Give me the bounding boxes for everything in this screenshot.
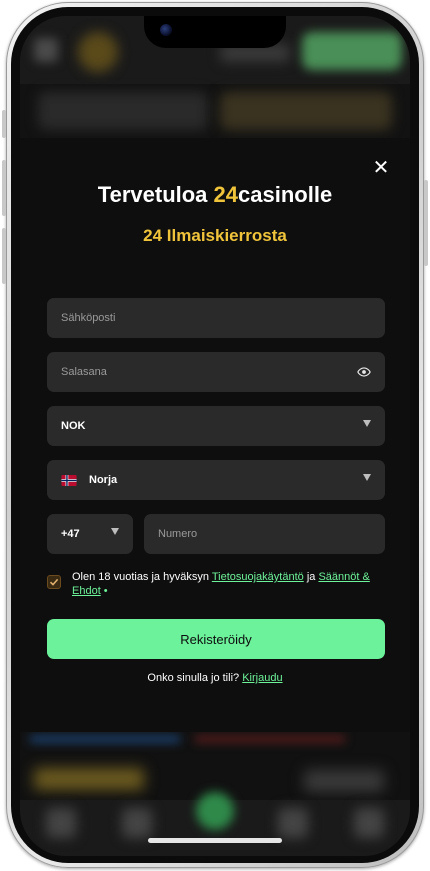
phone-code-select[interactable]: +47 — [47, 514, 133, 554]
caret-down-icon — [111, 528, 119, 535]
email-input[interactable] — [61, 312, 371, 324]
background-nav-icon — [46, 808, 76, 838]
background-menu-icon — [34, 38, 58, 62]
country-select[interactable]: Norja — [47, 460, 385, 500]
phone-mute-switch — [2, 110, 6, 138]
phone-number-field-container — [144, 514, 385, 554]
terms-text: Olen 18 vuotias ja hyväksyn Tietosuojakä… — [72, 570, 385, 598]
terms-and: ja — [303, 571, 319, 583]
background-accent-bar — [30, 736, 180, 742]
modal-subtitle: 24 Ilmaiskierrosta — [143, 226, 287, 245]
login-link[interactable]: Kirjaudu — [242, 672, 282, 684]
background-section-link — [304, 770, 384, 792]
terms-row: Olen 18 vuotias ja hyväksyn Tietosuojakä… — [47, 570, 385, 598]
terms-checkbox[interactable] — [47, 575, 61, 589]
email-field-container — [47, 298, 385, 338]
registration-modal: ✕ Tervetuloa 24casinolle 24 Ilmaiskierro… — [20, 138, 410, 732]
modal-title: Tervetuloa 24casinolle — [20, 182, 410, 208]
country-value: Norja — [89, 474, 118, 486]
caret-down-icon — [363, 420, 371, 427]
phone-volume-down-button — [2, 228, 6, 284]
background-tab-1 — [38, 92, 208, 130]
password-input[interactable] — [61, 366, 371, 378]
background-accent-bar — [195, 736, 345, 742]
background-nav-center-icon — [196, 792, 234, 830]
login-prompt: Onko sinulla jo tili? — [147, 672, 243, 684]
register-button[interactable]: Rekisteröidy — [47, 619, 385, 659]
login-prompt-row: Onko sinulla jo tili? Kirjaudu — [20, 672, 410, 684]
norway-flag-icon — [61, 474, 77, 486]
phone-screen: ✕ Tervetuloa 24casinolle 24 Ilmaiskierro… — [20, 16, 410, 856]
privacy-policy-link[interactable]: Tietosuojakäytäntö — [212, 571, 304, 583]
terms-dot: • — [100, 585, 108, 597]
title-suffix: casinolle — [238, 182, 333, 207]
password-field-container — [47, 352, 385, 392]
phone-power-button — [424, 180, 428, 266]
background-register-button — [302, 32, 402, 70]
currency-value: NOK — [61, 420, 86, 432]
caret-down-icon — [363, 474, 371, 481]
background-tab-2 — [220, 92, 392, 130]
title-prefix: Tervetuloa — [97, 182, 214, 207]
background-section-title — [34, 768, 144, 790]
home-indicator[interactable] — [148, 838, 282, 843]
background-logo — [78, 32, 118, 72]
eye-icon[interactable] — [357, 365, 371, 379]
currency-select[interactable]: NOK — [47, 406, 385, 446]
background-nav-icon — [122, 808, 152, 838]
checkmark-icon — [49, 578, 59, 586]
phone-code-value: +47 — [61, 528, 80, 540]
title-accent: 24 — [213, 182, 239, 207]
phone-notch — [144, 16, 286, 48]
terms-prefix: Olen 18 vuotias ja hyväksyn — [72, 571, 212, 583]
phone-number-input[interactable] — [158, 528, 371, 540]
background-nav-icon — [354, 808, 384, 838]
close-icon[interactable]: ✕ — [372, 157, 390, 177]
phone-volume-up-button — [2, 160, 6, 216]
background-nav-icon — [278, 808, 308, 838]
front-camera — [160, 24, 172, 36]
